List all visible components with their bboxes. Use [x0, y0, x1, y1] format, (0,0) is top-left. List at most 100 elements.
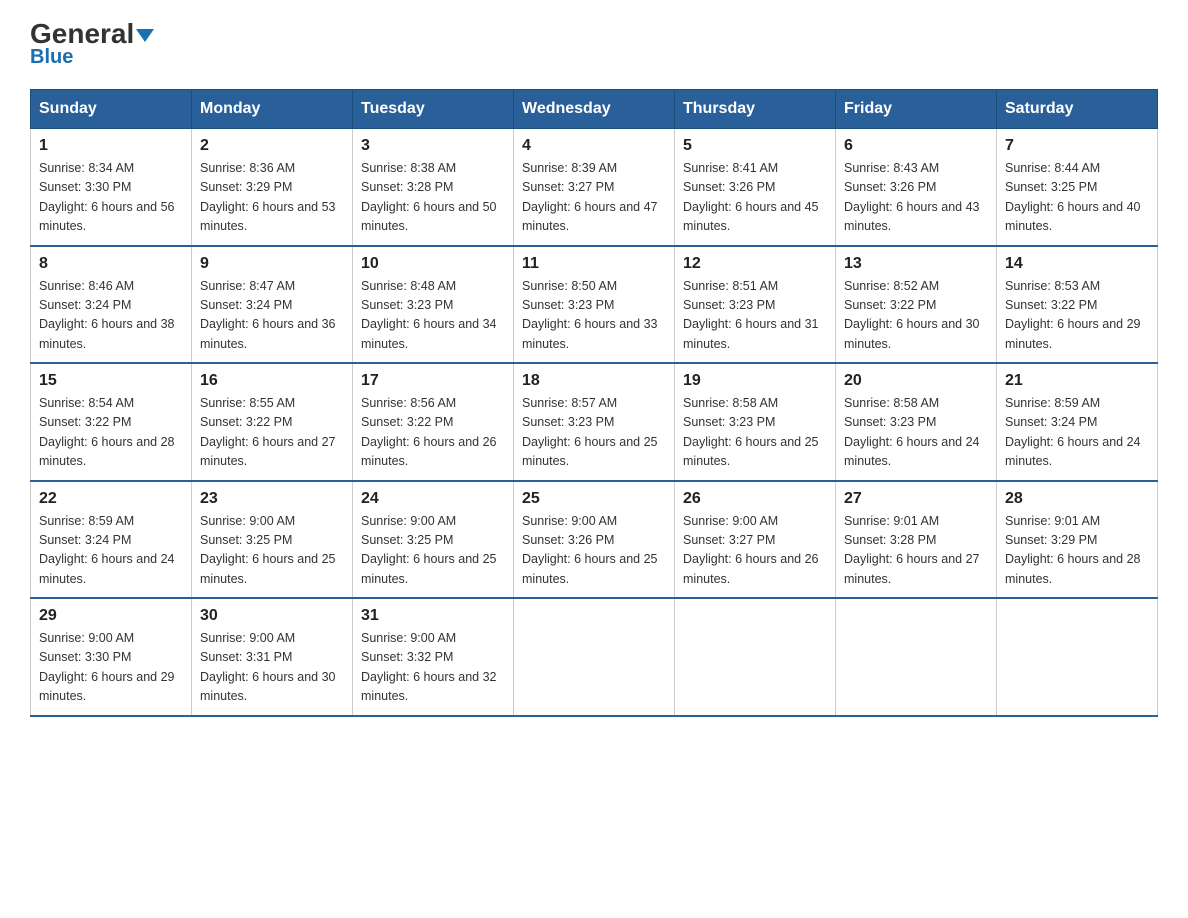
- calendar-cell: [997, 598, 1158, 716]
- calendar-cell: 25 Sunrise: 9:00 AMSunset: 3:26 PMDayligh…: [514, 481, 675, 599]
- calendar-week-row: 1 Sunrise: 8:34 AMSunset: 3:30 PMDaylight…: [31, 129, 1158, 246]
- day-number: 8: [39, 255, 183, 273]
- calendar-cell: 16 Sunrise: 8:55 AMSunset: 3:22 PMDayligh…: [192, 363, 353, 481]
- calendar-cell: 1 Sunrise: 8:34 AMSunset: 3:30 PMDaylight…: [31, 129, 192, 246]
- calendar-week-row: 22 Sunrise: 8:59 AMSunset: 3:24 PMDayligh…: [31, 481, 1158, 599]
- day-number: 20: [844, 372, 988, 390]
- day-info: Sunrise: 9:00 AMSunset: 3:25 PMDaylight:…: [361, 512, 505, 590]
- calendar-cell: 4 Sunrise: 8:39 AMSunset: 3:27 PMDaylight…: [514, 129, 675, 246]
- header-sunday: Sunday: [31, 90, 192, 129]
- day-info: Sunrise: 9:00 AMSunset: 3:26 PMDaylight:…: [522, 512, 666, 590]
- calendar-cell: [514, 598, 675, 716]
- page-header: General Blue: [30, 20, 1158, 69]
- day-info: Sunrise: 8:47 AMSunset: 3:24 PMDaylight:…: [200, 277, 344, 355]
- day-info: Sunrise: 8:48 AMSunset: 3:23 PMDaylight:…: [361, 277, 505, 355]
- day-number: 10: [361, 255, 505, 273]
- calendar-week-row: 29 Sunrise: 9:00 AMSunset: 3:30 PMDayligh…: [31, 598, 1158, 716]
- day-info: Sunrise: 8:38 AMSunset: 3:28 PMDaylight:…: [361, 159, 505, 237]
- day-info: Sunrise: 9:01 AMSunset: 3:28 PMDaylight:…: [844, 512, 988, 590]
- day-info: Sunrise: 9:00 AMSunset: 3:32 PMDaylight:…: [361, 629, 505, 707]
- day-number: 7: [1005, 137, 1149, 155]
- day-number: 26: [683, 490, 827, 508]
- calendar-cell: 12 Sunrise: 8:51 AMSunset: 3:23 PMDayligh…: [675, 246, 836, 364]
- calendar-week-row: 8 Sunrise: 8:46 AMSunset: 3:24 PMDaylight…: [31, 246, 1158, 364]
- day-number: 14: [1005, 255, 1149, 273]
- calendar-cell: 28Sunrise: 9:01 AMSunset: 3:29 PMDayligh…: [997, 481, 1158, 599]
- day-number: 5: [683, 137, 827, 155]
- calendar-cell: 10 Sunrise: 8:48 AMSunset: 3:23 PMDayligh…: [353, 246, 514, 364]
- day-number: 4: [522, 137, 666, 155]
- calendar-cell: 22 Sunrise: 8:59 AMSunset: 3:24 PMDayligh…: [31, 481, 192, 599]
- day-number: 30: [200, 607, 344, 625]
- calendar-cell: [675, 598, 836, 716]
- day-info: Sunrise: 8:43 AMSunset: 3:26 PMDaylight:…: [844, 159, 988, 237]
- calendar-cell: 20 Sunrise: 8:58 AMSunset: 3:23 PMDayligh…: [836, 363, 997, 481]
- logo-general: General: [30, 20, 154, 48]
- calendar-cell: 19Sunrise: 8:58 AMSunset: 3:23 PMDayligh…: [675, 363, 836, 481]
- day-info: Sunrise: 8:57 AMSunset: 3:23 PMDaylight:…: [522, 394, 666, 472]
- day-info: Sunrise: 8:55 AMSunset: 3:22 PMDaylight:…: [200, 394, 344, 472]
- calendar-cell: 17 Sunrise: 8:56 AMSunset: 3:22 PMDayligh…: [353, 363, 514, 481]
- calendar-header-row: SundayMondayTuesdayWednesdayThursdayFrid…: [31, 90, 1158, 129]
- day-info: Sunrise: 9:00 AMSunset: 3:27 PMDaylight:…: [683, 512, 827, 590]
- calendar-cell: 14 Sunrise: 8:53 AMSunset: 3:22 PMDayligh…: [997, 246, 1158, 364]
- day-info: Sunrise: 8:53 AMSunset: 3:22 PMDaylight:…: [1005, 277, 1149, 355]
- calendar-cell: 15 Sunrise: 8:54 AMSunset: 3:22 PMDayligh…: [31, 363, 192, 481]
- day-number: 12: [683, 255, 827, 273]
- header-thursday: Thursday: [675, 90, 836, 129]
- day-number: 13: [844, 255, 988, 273]
- day-number: 11: [522, 255, 666, 273]
- day-number: 15: [39, 372, 183, 390]
- day-number: 29: [39, 607, 183, 625]
- day-info: Sunrise: 8:59 AMSunset: 3:24 PMDaylight:…: [1005, 394, 1149, 472]
- day-info: Sunrise: 8:50 AMSunset: 3:23 PMDaylight:…: [522, 277, 666, 355]
- calendar-cell: 31Sunrise: 9:00 AMSunset: 3:32 PMDayligh…: [353, 598, 514, 716]
- logo: General Blue: [30, 20, 154, 69]
- day-number: 17: [361, 372, 505, 390]
- day-number: 6: [844, 137, 988, 155]
- calendar-week-row: 15 Sunrise: 8:54 AMSunset: 3:22 PMDayligh…: [31, 363, 1158, 481]
- calendar-cell: 13 Sunrise: 8:52 AMSunset: 3:22 PMDayligh…: [836, 246, 997, 364]
- calendar-table: SundayMondayTuesdayWednesdayThursdayFrid…: [30, 89, 1158, 717]
- calendar-cell: 27 Sunrise: 9:01 AMSunset: 3:28 PMDayligh…: [836, 481, 997, 599]
- calendar-cell: 8 Sunrise: 8:46 AMSunset: 3:24 PMDaylight…: [31, 246, 192, 364]
- calendar-cell: 24 Sunrise: 9:00 AMSunset: 3:25 PMDayligh…: [353, 481, 514, 599]
- calendar-cell: 18Sunrise: 8:57 AMSunset: 3:23 PMDayligh…: [514, 363, 675, 481]
- calendar-cell: 30Sunrise: 9:00 AMSunset: 3:31 PMDayligh…: [192, 598, 353, 716]
- calendar-cell: 23Sunrise: 9:00 AMSunset: 3:25 PMDayligh…: [192, 481, 353, 599]
- header-saturday: Saturday: [997, 90, 1158, 129]
- day-number: 9: [200, 255, 344, 273]
- day-info: Sunrise: 8:54 AMSunset: 3:22 PMDaylight:…: [39, 394, 183, 472]
- day-info: Sunrise: 8:56 AMSunset: 3:22 PMDaylight:…: [361, 394, 505, 472]
- day-number: 16: [200, 372, 344, 390]
- day-number: 3: [361, 137, 505, 155]
- day-info: Sunrise: 8:58 AMSunset: 3:23 PMDaylight:…: [844, 394, 988, 472]
- day-info: Sunrise: 8:44 AMSunset: 3:25 PMDaylight:…: [1005, 159, 1149, 237]
- day-number: 28: [1005, 490, 1149, 508]
- day-info: Sunrise: 8:46 AMSunset: 3:24 PMDaylight:…: [39, 277, 183, 355]
- calendar-cell: 5 Sunrise: 8:41 AMSunset: 3:26 PMDaylight…: [675, 129, 836, 246]
- header-wednesday: Wednesday: [514, 90, 675, 129]
- day-info: Sunrise: 8:51 AMSunset: 3:23 PMDaylight:…: [683, 277, 827, 355]
- day-info: Sunrise: 9:00 AMSunset: 3:30 PMDaylight:…: [39, 629, 183, 707]
- calendar-cell: 29 Sunrise: 9:00 AMSunset: 3:30 PMDayligh…: [31, 598, 192, 716]
- calendar-cell: 2 Sunrise: 8:36 AMSunset: 3:29 PMDaylight…: [192, 129, 353, 246]
- day-number: 1: [39, 137, 183, 155]
- day-number: 24: [361, 490, 505, 508]
- day-number: 23: [200, 490, 344, 508]
- calendar-cell: 9 Sunrise: 8:47 AMSunset: 3:24 PMDaylight…: [192, 246, 353, 364]
- day-info: Sunrise: 8:52 AMSunset: 3:22 PMDaylight:…: [844, 277, 988, 355]
- day-info: Sunrise: 8:36 AMSunset: 3:29 PMDaylight:…: [200, 159, 344, 237]
- day-number: 19: [683, 372, 827, 390]
- day-info: Sunrise: 8:41 AMSunset: 3:26 PMDaylight:…: [683, 159, 827, 237]
- day-info: Sunrise: 8:34 AMSunset: 3:30 PMDaylight:…: [39, 159, 183, 237]
- calendar-cell: 6 Sunrise: 8:43 AMSunset: 3:26 PMDaylight…: [836, 129, 997, 246]
- day-number: 25: [522, 490, 666, 508]
- header-monday: Monday: [192, 90, 353, 129]
- day-info: Sunrise: 8:39 AMSunset: 3:27 PMDaylight:…: [522, 159, 666, 237]
- day-number: 27: [844, 490, 988, 508]
- day-number: 2: [200, 137, 344, 155]
- day-number: 22: [39, 490, 183, 508]
- day-info: Sunrise: 8:59 AMSunset: 3:24 PMDaylight:…: [39, 512, 183, 590]
- calendar-cell: 21Sunrise: 8:59 AMSunset: 3:24 PMDayligh…: [997, 363, 1158, 481]
